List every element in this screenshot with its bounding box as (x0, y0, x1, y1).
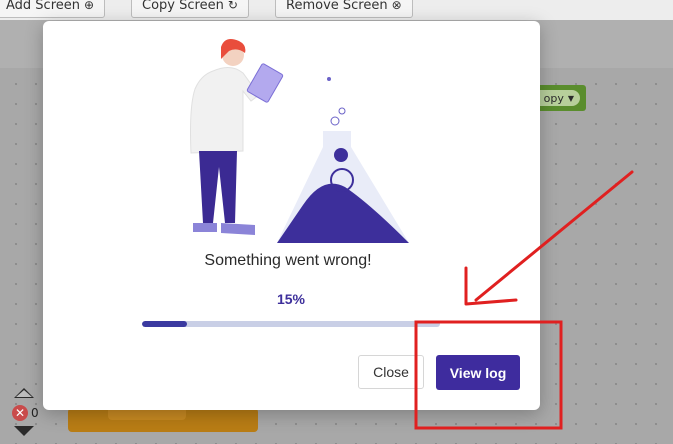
progress-bar (142, 321, 440, 327)
progress-percentage: 15% (276, 291, 306, 307)
nav-up-icon[interactable] (14, 388, 34, 398)
error-message: Something went wrong! (204, 252, 372, 269)
flask-bubble-solid (334, 148, 348, 162)
scientist-shoe-right (221, 223, 255, 235)
error-icon: ✕ (12, 405, 28, 421)
warning-navigator: ✕ 0 (12, 388, 42, 444)
toolbar: Add Screen ⊕ Copy Screen ↻ Remove Screen… (0, 0, 673, 20)
scientist-illustration (190, 39, 409, 243)
close-button[interactable]: Close (358, 355, 424, 389)
x-circle-icon: ⊗ (391, 0, 402, 12)
error-dialog: Something went wrong! 15% Close View log (43, 21, 540, 410)
plus-circle-icon: ⊕ (84, 0, 95, 12)
error-count: 0 (31, 406, 39, 420)
copy-circle-icon: ↻ (227, 0, 238, 12)
view-log-button[interactable]: View log (436, 355, 520, 390)
add-screen-button[interactable]: Add Screen ⊕ (0, 0, 106, 18)
bubble-ring (330, 116, 340, 126)
dropdown-arrow-icon: ▼ (567, 93, 574, 103)
add-screen-label: Add Screen (6, 0, 80, 13)
lab-coat (190, 67, 260, 154)
scientist-legs (199, 151, 237, 223)
nav-down-icon[interactable] (14, 426, 34, 436)
bubble-medium (338, 107, 346, 115)
copy-screen-button[interactable]: Copy Screen ↻ (131, 0, 249, 18)
bubble-small (327, 77, 331, 81)
copy-screen-label: Copy Screen (142, 0, 224, 13)
remove-screen-button[interactable]: Remove Screen ⊗ (275, 0, 413, 18)
progress-fill (142, 321, 187, 327)
remove-screen-label: Remove Screen (286, 0, 388, 13)
block-dropdown-label: opy (543, 91, 564, 105)
scientist-shoe-left (193, 223, 217, 232)
